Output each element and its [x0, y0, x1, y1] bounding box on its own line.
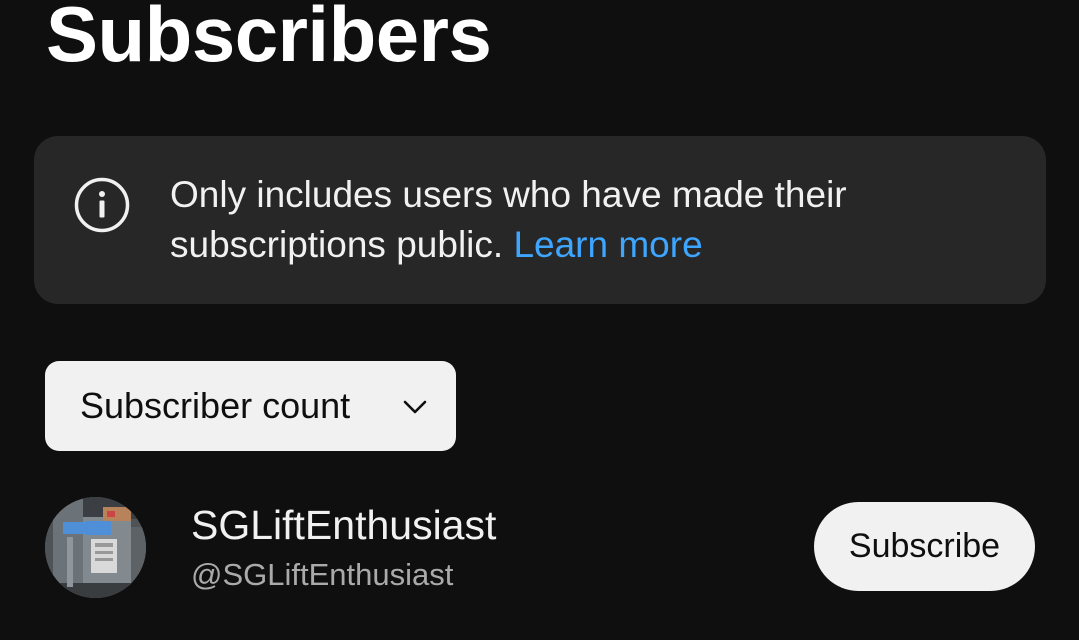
channel-name[interactable]: SGLiftEnthusiast: [191, 500, 496, 550]
subscribe-button[interactable]: Subscribe: [814, 502, 1035, 591]
subscriber-list-item[interactable]: SGLiftEnthusiast @SGLiftEnthusiast Subsc…: [0, 490, 1079, 605]
info-banner: Only includes users who have made their …: [34, 136, 1046, 304]
sort-dropdown[interactable]: Subscriber count: [45, 361, 456, 451]
avatar[interactable]: [45, 497, 146, 598]
page-title: Subscribers: [46, 0, 492, 78]
learn-more-link[interactable]: Learn more: [513, 224, 702, 265]
info-icon: [74, 177, 130, 233]
chevron-down-icon: [403, 400, 427, 414]
info-banner-message: Only includes users who have made their …: [170, 174, 847, 265]
channel-handle: @SGLiftEnthusiast: [191, 557, 454, 592]
info-banner-text: Only includes users who have made their …: [170, 170, 1010, 270]
sort-dropdown-label: Subscriber count: [80, 385, 351, 426]
subscribers-page: Subscribers Only includes users who have…: [0, 0, 1079, 640]
avatar-image: [45, 497, 146, 598]
